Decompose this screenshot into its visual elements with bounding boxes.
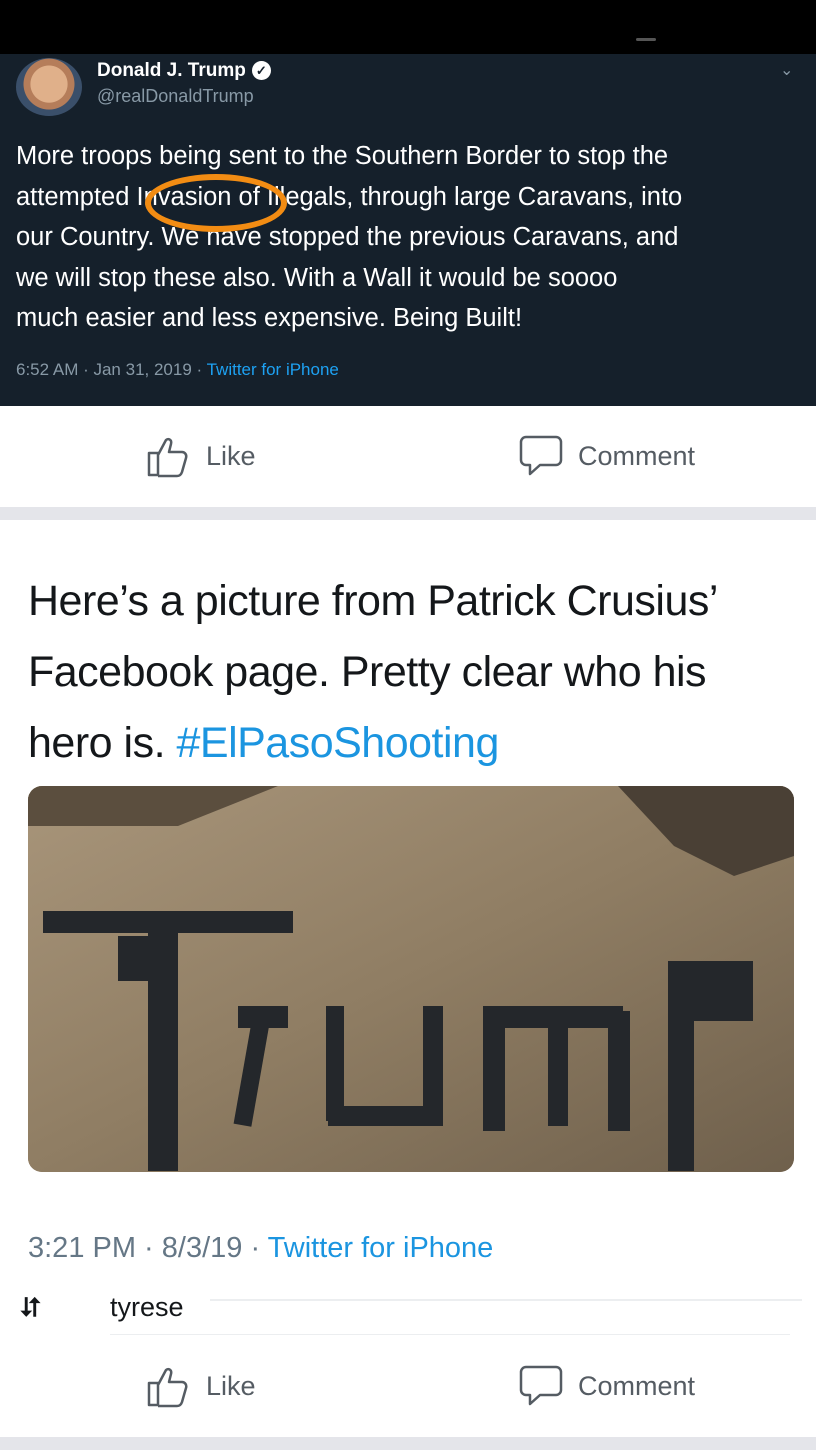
post-divider	[0, 1437, 816, 1450]
guns-on-carpet-image	[28, 786, 794, 1172]
like-button[interactable]: Like	[146, 1364, 256, 1408]
tweet-handle: @realDonaldTrump	[97, 86, 254, 106]
tweet-meta: 6:52 AM · Jan 31, 2019 · Twitter for iPh…	[16, 360, 339, 379]
comment-label: Comment	[578, 1370, 696, 1401]
thumbs-up-icon	[147, 1367, 188, 1408]
tweet-author: Donald J. Trump ✓	[97, 60, 271, 82]
post-divider	[0, 507, 816, 520]
retweet-icon: ⮃	[20, 1292, 41, 1322]
comment-bubble-icon	[519, 435, 563, 476]
highlight-circle	[145, 174, 287, 232]
like-button[interactable]: Like	[146, 434, 256, 478]
tweet-text: More troops being sent to the Southern B…	[16, 142, 683, 332]
comment-bubble-icon	[519, 1365, 563, 1406]
separator-line	[110, 1334, 790, 1335]
action-bar-bottom: Like Comment	[0, 1336, 816, 1436]
post-meta: 3:21 PM · 8/3/19 · Twitter for iPhone	[28, 1232, 494, 1264]
post-text: Here’s a picture from Patrick Crusius’ F…	[28, 577, 717, 767]
chevron-down-icon: ⌄	[780, 62, 794, 79]
action-bar-top: Like Comment	[0, 406, 816, 506]
like-label: Like	[206, 440, 256, 471]
embedded-tweet-screenshot: Donald J. Trump ✓ @realDonaldTrump ⌄ More…	[0, 54, 816, 406]
comment-label: Comment	[578, 440, 696, 471]
separator-line	[210, 1299, 802, 1301]
comment-button[interactable]: Comment	[518, 1364, 695, 1408]
verified-badge-icon: ✓	[251, 61, 271, 80]
thumbs-up-icon	[147, 437, 188, 478]
like-label: Like	[206, 1370, 256, 1401]
post-photo[interactable]	[28, 786, 794, 1172]
status-bar	[0, 0, 816, 54]
status-bar-indicator	[636, 38, 656, 41]
avatar	[16, 58, 82, 116]
comment-button[interactable]: Comment	[518, 434, 695, 478]
post-source-link[interactable]: Twitter for iPhone	[268, 1232, 494, 1264]
retweeter-name[interactable]: tyrese	[110, 1292, 184, 1323]
hashtag-link[interactable]: #ElPasoShooting	[176, 719, 499, 767]
